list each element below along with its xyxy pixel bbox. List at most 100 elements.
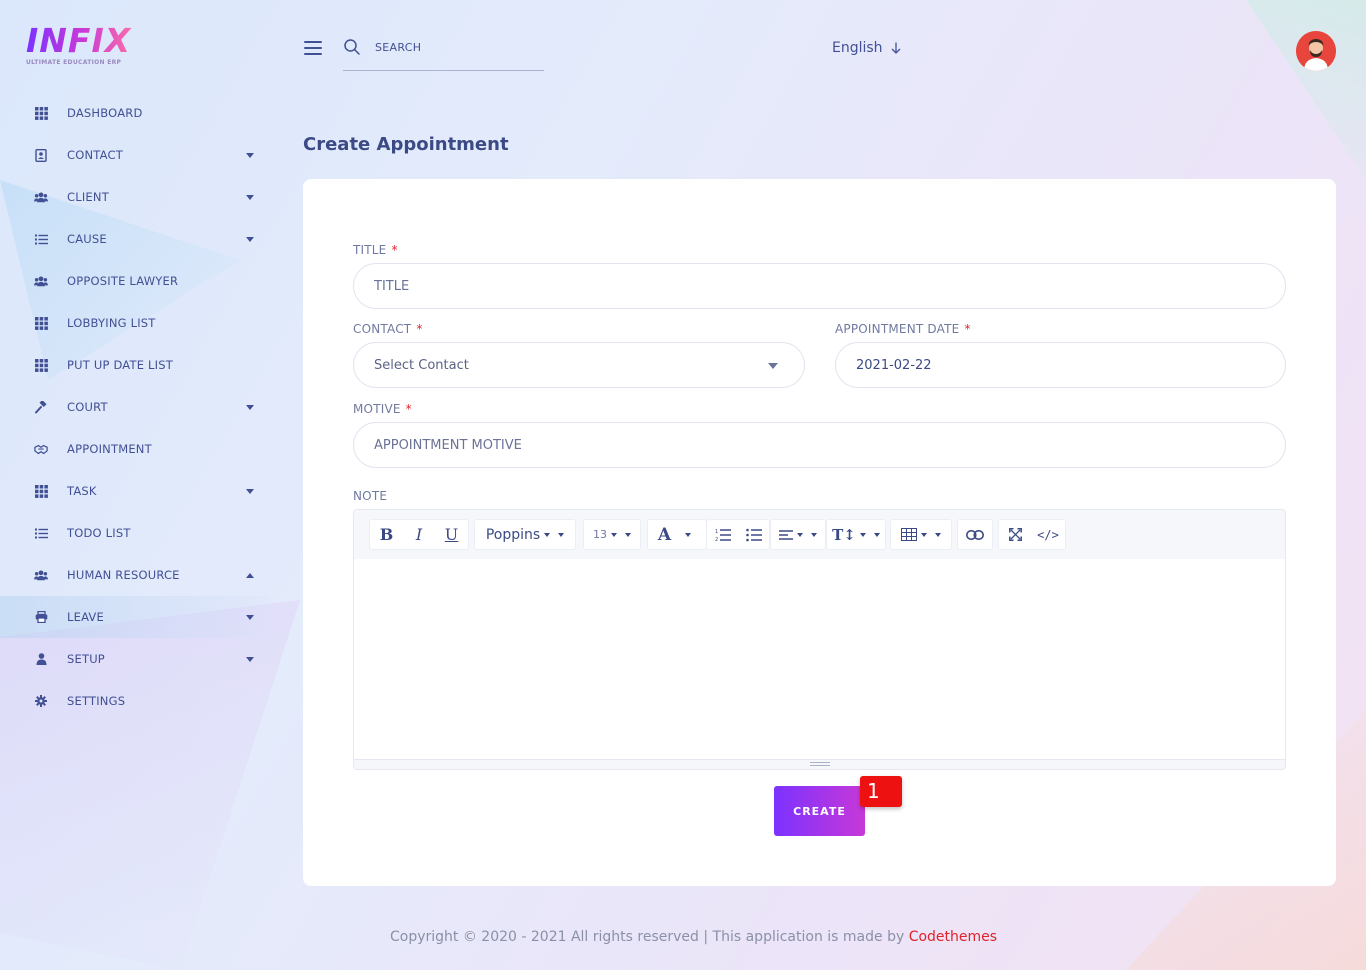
required-marker: * xyxy=(416,322,423,336)
create-button[interactable]: CREATE xyxy=(774,786,865,836)
list-group: 12 xyxy=(706,519,770,550)
chevron-down-icon xyxy=(859,532,866,537)
contact-select[interactable]: Select Contact xyxy=(353,342,805,388)
codethemes-link[interactable]: Codethemes xyxy=(909,929,997,945)
note-editor: B I U Poppins 13 A 1 2 T↕ </> xyxy=(353,509,1286,770)
motive-input[interactable] xyxy=(353,422,1286,468)
sidebar-item-cause[interactable]: CAUSE xyxy=(0,218,270,260)
avatar-icon xyxy=(1296,31,1336,71)
grid-icon xyxy=(34,484,48,498)
chevron-down-icon[interactable] xyxy=(246,657,254,662)
align-left-icon xyxy=(779,529,793,540)
sidebar-item-label: SETUP xyxy=(67,652,105,666)
text-height-dropdown[interactable]: T↕ xyxy=(826,519,886,550)
chevron-down-icon[interactable] xyxy=(246,237,254,242)
sidebar-item-dashboard[interactable]: DASHBOARD xyxy=(0,92,270,134)
sidebar-item-todo-list[interactable]: TODO LIST xyxy=(0,512,270,554)
sidebar-item-label: APPOINTMENT xyxy=(67,442,152,456)
color-dropdown-button[interactable] xyxy=(681,520,695,549)
sidebar-item-put-up-date-list[interactable]: PUT UP DATE LIST xyxy=(0,344,270,386)
motive-field-label: MOTIVE * xyxy=(353,402,412,416)
avatar[interactable] xyxy=(1296,31,1336,71)
text-height-icon: T↕ xyxy=(832,525,856,544)
chevron-down-icon[interactable] xyxy=(246,195,254,200)
sidebar-item-task[interactable]: TASK xyxy=(0,470,270,512)
font-family-control: Poppins xyxy=(475,520,575,549)
title-label-text: TITLE xyxy=(353,243,387,257)
font-color-icon[interactable]: A xyxy=(648,520,681,549)
underline-button[interactable]: U xyxy=(435,520,468,549)
users-icon xyxy=(34,274,48,288)
search-icon[interactable] xyxy=(343,38,361,56)
svg-text:2: 2 xyxy=(715,537,718,542)
handshake-icon xyxy=(34,442,48,456)
link-icon xyxy=(958,520,992,549)
sidebar-item-label: SETTINGS xyxy=(67,694,126,708)
font-family-value: Poppins xyxy=(485,526,541,543)
ordered-list-icon[interactable]: 12 xyxy=(707,520,738,549)
sidebar-item-label: DASHBOARD xyxy=(67,106,143,120)
sidebar-item-contact[interactable]: CONTACT xyxy=(0,134,270,176)
language-selector[interactable]: English xyxy=(832,40,901,56)
font-size-value: 13 xyxy=(593,528,607,541)
unordered-list-icon[interactable] xyxy=(738,520,769,549)
hamburger-menu-icon[interactable] xyxy=(304,41,322,55)
chevron-up-icon[interactable] xyxy=(246,573,254,578)
chevron-down-icon[interactable] xyxy=(246,615,254,620)
editor-resize-handle[interactable] xyxy=(354,759,1285,769)
align-dropdown[interactable] xyxy=(770,519,826,550)
fullscreen-icon[interactable] xyxy=(999,520,1031,549)
table-control xyxy=(891,520,951,549)
chevron-down-icon[interactable] xyxy=(246,489,254,494)
chevron-down-icon xyxy=(544,532,551,537)
font-size-dropdown[interactable]: 13 xyxy=(583,519,641,550)
sidebar-item-setup[interactable]: SETUP xyxy=(0,638,270,680)
chevron-down-icon xyxy=(685,532,691,537)
sidebar-item-appointment[interactable]: APPOINTMENT xyxy=(0,428,270,470)
users-icon xyxy=(34,568,48,582)
italic-button[interactable]: I xyxy=(403,520,435,549)
text-style-group: B I U xyxy=(369,519,469,550)
users-icon xyxy=(34,190,48,204)
chevron-down-icon xyxy=(935,532,941,537)
sidebar-item-court[interactable]: COURT xyxy=(0,386,270,428)
chevron-down-icon[interactable] xyxy=(246,153,254,158)
svg-text:1: 1 xyxy=(715,529,718,535)
sidebar-item-leave[interactable]: LEAVE xyxy=(0,596,270,638)
sidebar-item-opposite-lawyer[interactable]: OPPOSITE LAWYER xyxy=(0,260,270,302)
sidebar-item-client[interactable]: CLIENT xyxy=(0,176,270,218)
chevron-down-icon[interactable] xyxy=(246,405,254,410)
link-button[interactable] xyxy=(957,519,993,550)
note-editor-body[interactable] xyxy=(354,559,1285,759)
sidebar-nav: DASHBOARD CONTACT CLIENT CAUSE OPPOSITE LAWY… xyxy=(0,92,270,722)
align-control xyxy=(771,520,825,549)
sidebar-item-label: PUT UP DATE LIST xyxy=(67,358,173,372)
sidebar-item-label: OPPOSITE LAWYER xyxy=(67,274,179,288)
code-view-icon[interactable]: </> xyxy=(1031,520,1065,549)
appointment-date-input[interactable] xyxy=(835,342,1286,388)
chevron-down-icon xyxy=(768,363,778,369)
title-input[interactable] xyxy=(353,263,1286,309)
sidebar-item-lobbying-list[interactable]: LOBBYING LIST xyxy=(0,302,270,344)
list-icon xyxy=(34,232,48,246)
logo-text: INFIX xyxy=(26,24,136,57)
text-height-control: T↕ xyxy=(827,520,885,549)
font-family-dropdown[interactable]: Poppins xyxy=(474,519,576,550)
search-input[interactable] xyxy=(375,40,525,54)
logo[interactable]: INFIX ULTIMATE EDUCATION ERP xyxy=(26,24,136,70)
sidebar-item-human-resource[interactable]: HUMAN RESOURCE xyxy=(0,554,270,596)
sidebar-item-settings[interactable]: SETTINGS xyxy=(0,680,270,722)
chevron-down-icon xyxy=(873,532,880,537)
title-field-label: TITLE * xyxy=(353,243,398,257)
table-dropdown[interactable] xyxy=(890,519,952,550)
chevron-down-icon xyxy=(811,532,817,537)
font-size-control: 13 xyxy=(584,520,640,549)
list-icon xyxy=(34,526,48,540)
sidebar-item-label: TODO LIST xyxy=(67,526,131,540)
table-icon xyxy=(901,528,917,541)
color-group: A xyxy=(647,519,707,550)
bold-button[interactable]: B xyxy=(370,520,403,549)
gear-icon xyxy=(34,694,48,708)
language-label: English xyxy=(832,40,883,56)
sidebar-item-label: LEAVE xyxy=(67,610,104,624)
